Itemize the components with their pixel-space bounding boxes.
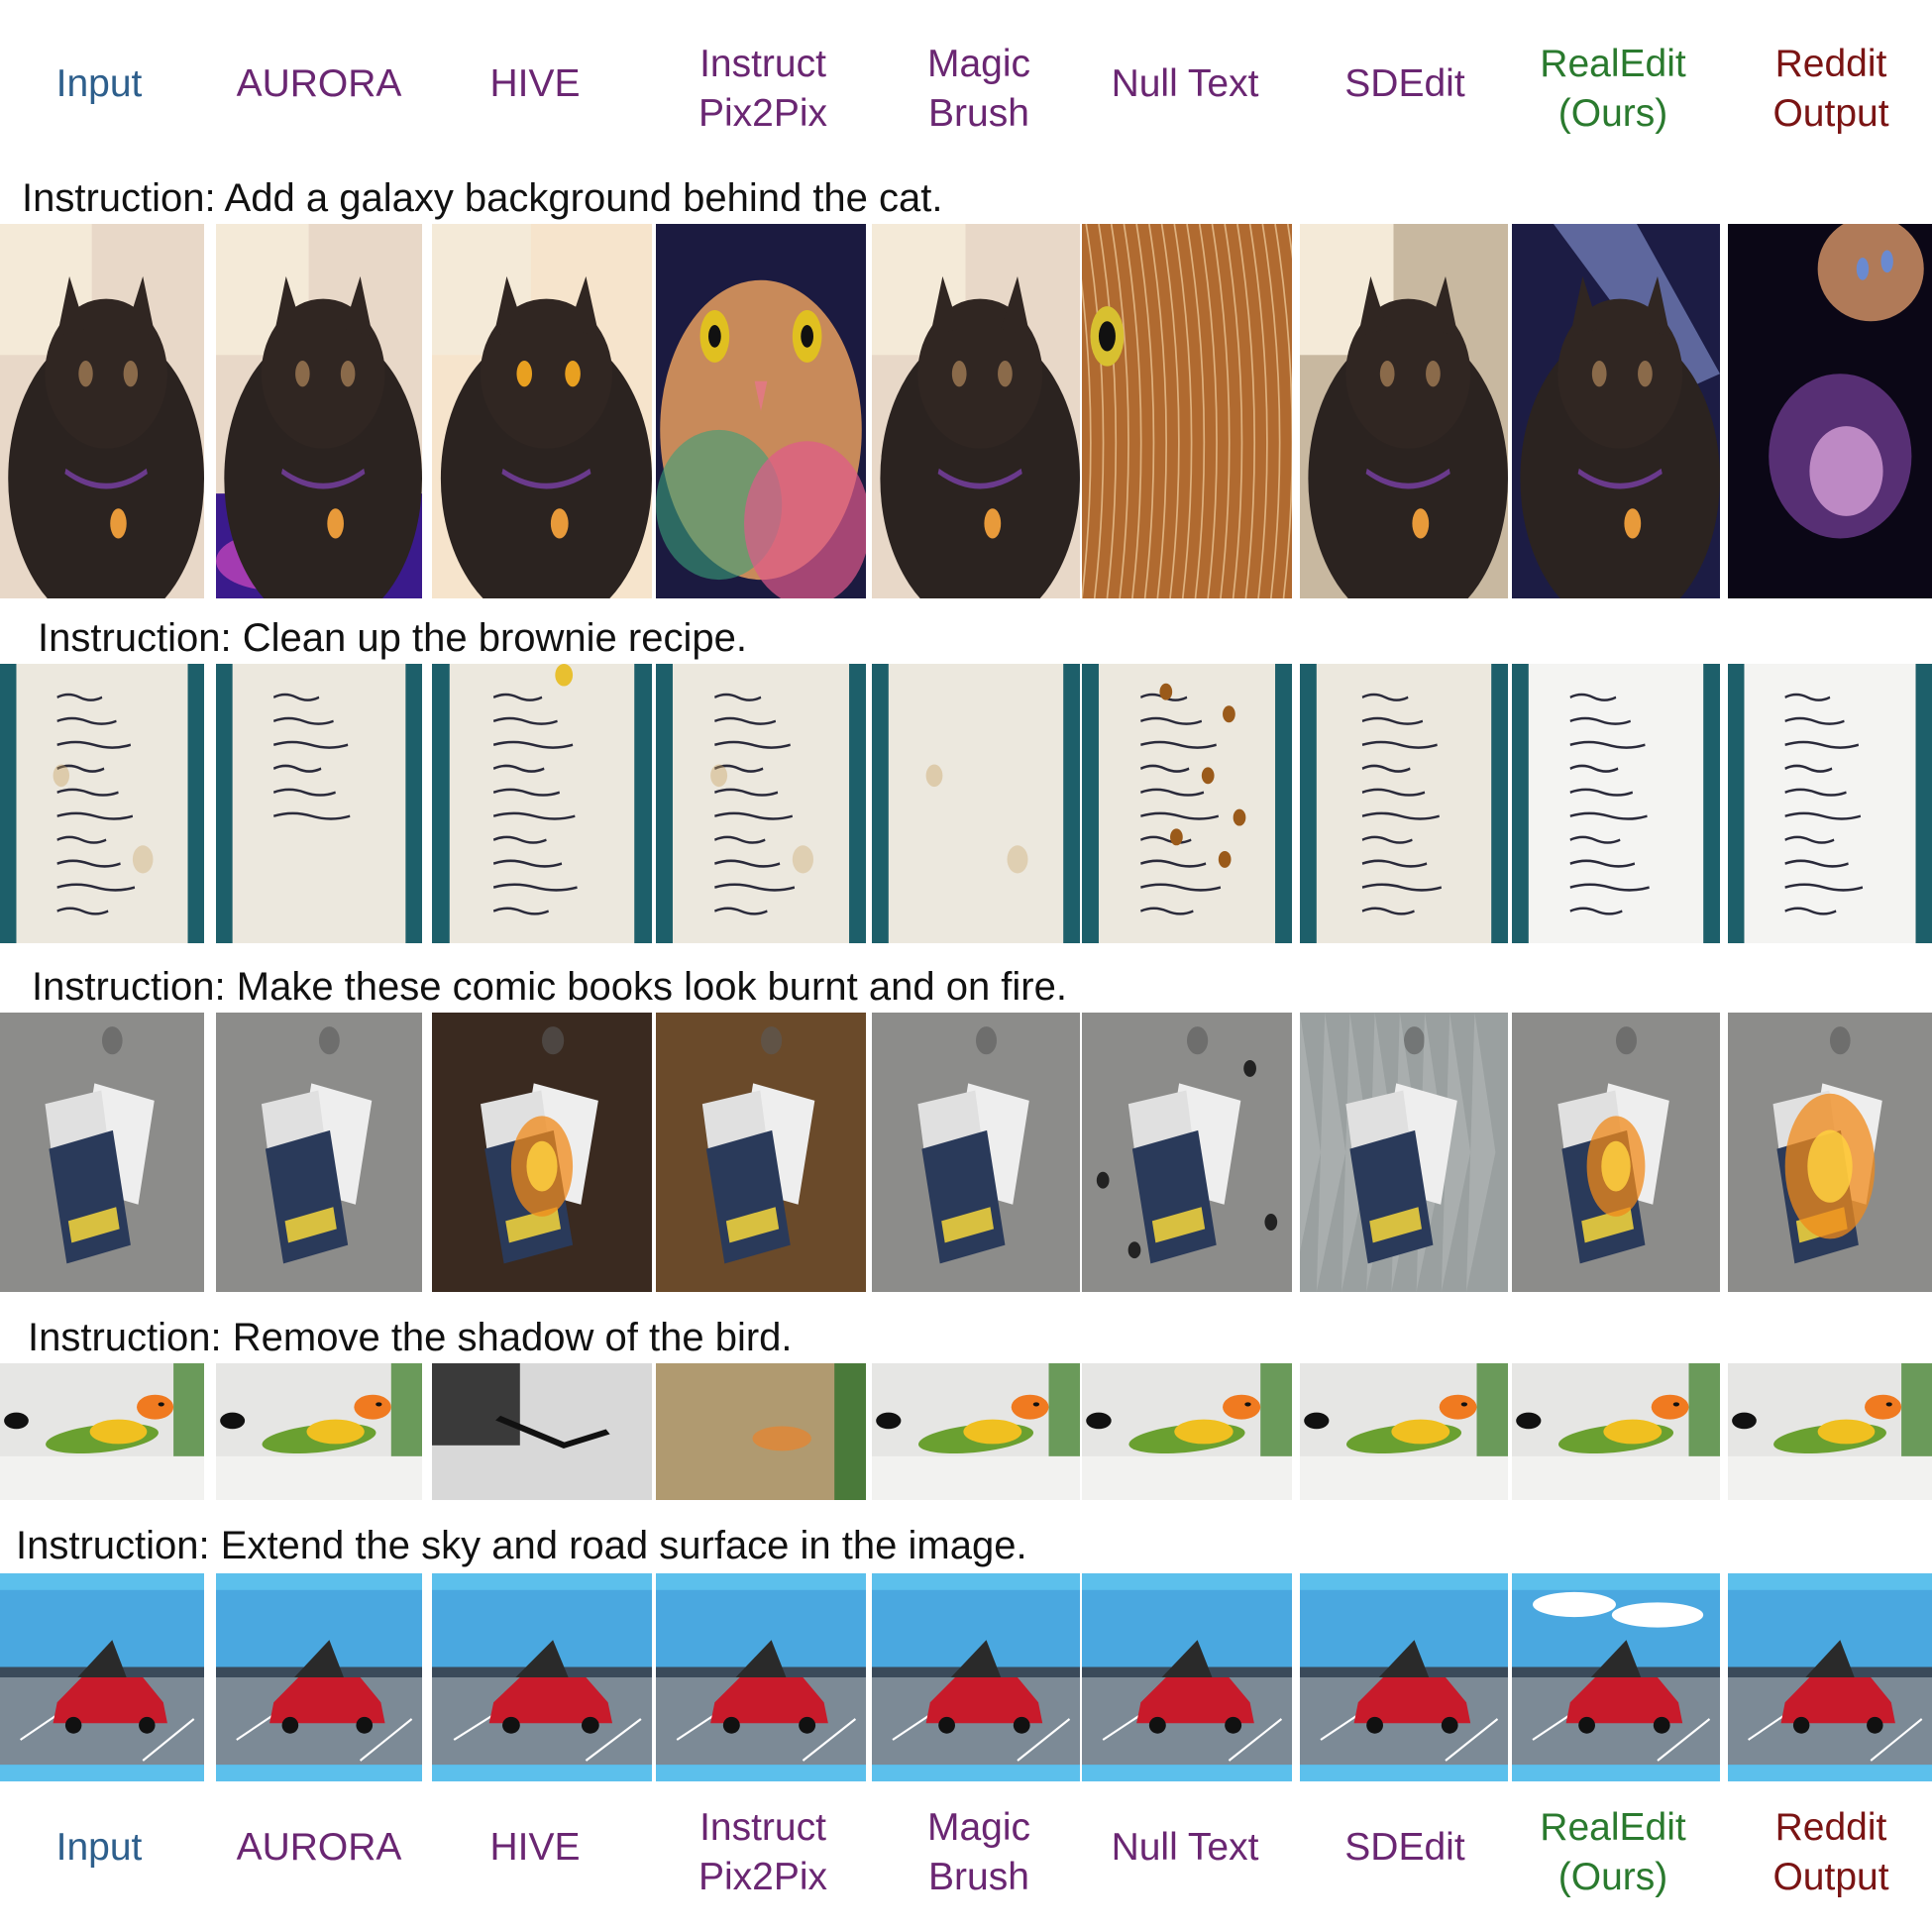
- result-image: [432, 664, 652, 943]
- column-label: HIVE: [489, 1826, 581, 1869]
- column-label: Instruct Pix2Pix: [698, 1806, 828, 1898]
- result-image: [1300, 1363, 1508, 1500]
- column-label: Magic Brush: [926, 1806, 1031, 1898]
- column-label: Input: [55, 1826, 143, 1869]
- result-image: [432, 224, 652, 598]
- result-row: [0, 224, 1932, 598]
- result-image: [0, 224, 204, 598]
- result-image: [1728, 1363, 1932, 1500]
- column-label: Instruct Pix2Pix: [698, 43, 828, 135]
- result-image: [1082, 664, 1292, 943]
- result-image: [1512, 1013, 1720, 1292]
- result-image: [1300, 1573, 1508, 1781]
- result-image: [1512, 1573, 1720, 1781]
- column-header-top: Input AURORA HIVE Instruct Pix2Pix Magic Bru…: [0, 20, 1932, 139]
- result-image: [1082, 1573, 1292, 1781]
- result-image: [656, 1573, 866, 1781]
- column-header-bottom: Input AURORA HIVE Instruct Pix2Pix Magic Bru…: [0, 1773, 1932, 1898]
- result-image: [0, 664, 204, 943]
- result-row: [0, 1013, 1932, 1292]
- column-label: AURORA: [236, 1826, 402, 1869]
- column-label: SDEdit: [1344, 62, 1465, 105]
- result-image: [872, 1573, 1080, 1781]
- result-image: [1728, 664, 1932, 943]
- result-image: [872, 664, 1080, 943]
- column-label: RealEdit (Ours): [1540, 43, 1686, 135]
- result-image: [1512, 1363, 1720, 1500]
- instruction-text: Instruction: Make these comic books look…: [32, 965, 1067, 1009]
- result-image: [1300, 224, 1508, 598]
- column-label: HIVE: [489, 62, 581, 105]
- result-image: [1512, 664, 1720, 943]
- column-label: Null Text: [1111, 1826, 1259, 1869]
- column-label: Magic Brush: [926, 43, 1031, 135]
- result-image: [1300, 1013, 1508, 1292]
- result-image: [1512, 224, 1720, 598]
- instruction-text: Instruction: Remove the shadow of the bi…: [28, 1316, 793, 1359]
- result-row: [0, 1573, 1932, 1781]
- result-image: [0, 1573, 204, 1781]
- column-label: SDEdit: [1344, 1826, 1465, 1869]
- result-image: [1728, 224, 1932, 598]
- result-image: [872, 1363, 1080, 1500]
- instruction-text: Instruction: Extend the sky and road sur…: [16, 1524, 1027, 1567]
- result-row: [0, 664, 1932, 943]
- result-image: [216, 224, 422, 598]
- result-image: [1082, 1013, 1292, 1292]
- instruction-text: Instruction: Add a galaxy background beh…: [22, 176, 943, 220]
- result-image: [216, 1363, 422, 1500]
- instruction-text: Instruction: Clean up the brownie recipe…: [38, 616, 747, 660]
- result-image: [1082, 1363, 1292, 1500]
- result-image: [872, 1013, 1080, 1292]
- result-image: [1728, 1013, 1932, 1292]
- result-image: [0, 1013, 204, 1292]
- column-label: AURORA: [236, 62, 402, 105]
- column-label: RealEdit (Ours): [1540, 1806, 1686, 1898]
- result-image: [432, 1363, 652, 1500]
- result-image: [656, 224, 866, 598]
- result-image: [656, 1363, 866, 1500]
- result-image: [1300, 664, 1508, 943]
- result-image: [216, 664, 422, 943]
- column-label: Reddit Output: [1772, 43, 1889, 135]
- result-image: [656, 1013, 866, 1292]
- result-image: [216, 1013, 422, 1292]
- result-image: [1728, 1573, 1932, 1781]
- result-image: [1082, 224, 1292, 598]
- result-image: [872, 224, 1080, 598]
- column-label: Reddit Output: [1772, 1806, 1889, 1898]
- result-image: [656, 664, 866, 943]
- column-label: Null Text: [1111, 62, 1259, 105]
- column-label: Input: [55, 62, 143, 105]
- result-image: [0, 1363, 204, 1500]
- result-row: [0, 1363, 1932, 1500]
- result-image: [216, 1573, 422, 1781]
- result-image: [432, 1573, 652, 1781]
- result-image: [432, 1013, 652, 1292]
